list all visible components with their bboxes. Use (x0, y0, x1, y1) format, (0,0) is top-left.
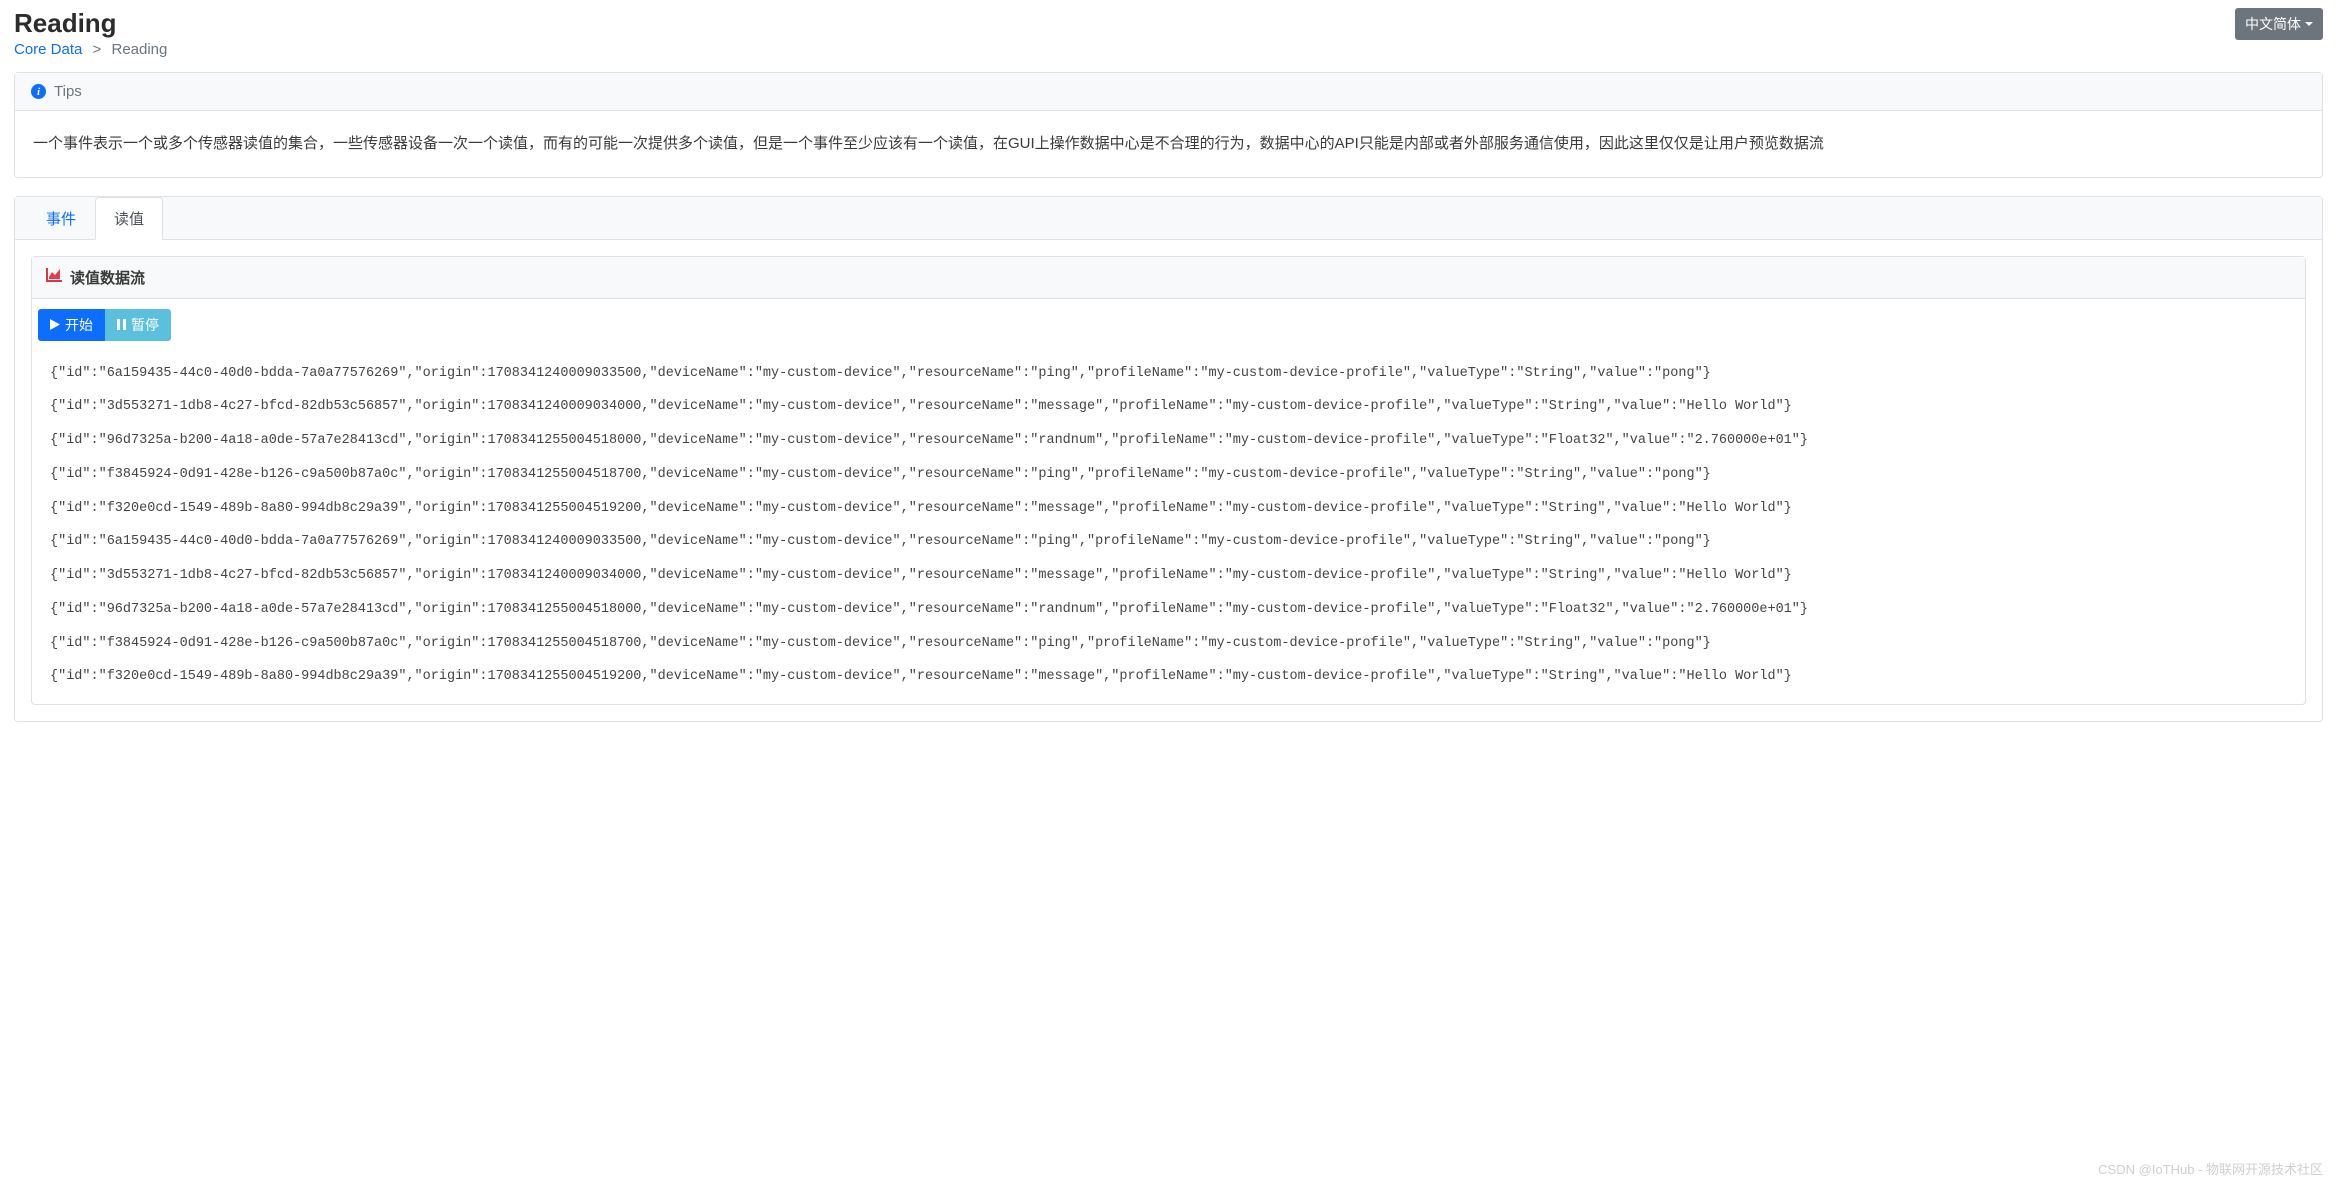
pause-label: 暂停 (131, 315, 159, 335)
stream-line: {"id":"96d7325a-b200-4a18-a0de-57a7e2841… (42, 593, 2295, 627)
stream-line: {"id":"3d553271-1db8-4c27-bfcd-82db53c56… (42, 390, 2295, 424)
panel-title: 读值数据流 (70, 267, 145, 288)
tips-card: i Tips 一个事件表示一个或多个传感器读值的集合，一些传感器设备一次一个读值… (14, 72, 2323, 178)
breadcrumb-sep: > (87, 41, 108, 58)
stream-line: {"id":"f3845924-0d91-428e-b126-c9a500b87… (42, 627, 2295, 661)
breadcrumb-current: Reading (111, 41, 167, 58)
stream-line: {"id":"96d7325a-b200-4a18-a0de-57a7e2841… (42, 424, 2295, 458)
tabs-container: 事件 读值 读值数据流 开始 (14, 196, 2323, 723)
breadcrumb: Core Data > Reading (14, 41, 167, 58)
stream-line: {"id":"3d553271-1db8-4c27-bfcd-82db53c56… (42, 559, 2295, 593)
watermark-text: CSDN @IoTHub - 物联网开源技术社区 (2098, 1159, 2323, 1178)
stream-line: {"id":"f320e0cd-1549-489b-8a80-994db8c29… (42, 492, 2295, 526)
stream-line: {"id":"6a159435-44c0-40d0-bdda-7a0a77576… (42, 357, 2295, 391)
tips-label: Tips (54, 83, 82, 100)
tab-event[interactable]: 事件 (27, 197, 95, 240)
chart-area-icon (46, 268, 62, 286)
language-dropdown[interactable]: 中文简体 (2235, 8, 2323, 40)
tab-list: 事件 读值 (15, 197, 2322, 240)
tips-header: i Tips (15, 73, 2322, 111)
pause-icon (117, 317, 126, 333)
reading-stream-output[interactable]: {"id":"6a159435-44c0-40d0-bdda-7a0a77576… (38, 351, 2299, 699)
panel-header: 读值数据流 (32, 257, 2305, 299)
play-icon (50, 317, 60, 333)
breadcrumb-root-link[interactable]: Core Data (14, 41, 82, 58)
start-button[interactable]: 开始 (38, 309, 105, 341)
start-label: 开始 (65, 315, 93, 335)
tab-reading[interactable]: 读值 (95, 197, 163, 240)
info-icon: i (31, 84, 46, 99)
stream-line: {"id":"f320e0cd-1549-489b-8a80-994db8c29… (42, 660, 2295, 694)
pause-button[interactable]: 暂停 (105, 309, 171, 341)
language-label: 中文简体 (2245, 14, 2301, 34)
stream-line: {"id":"f3845924-0d91-428e-b126-c9a500b87… (42, 458, 2295, 492)
reading-stream-panel: 读值数据流 开始 暂 (31, 256, 2306, 706)
tips-body: 一个事件表示一个或多个传感器读值的集合，一些传感器设备一次一个读值，而有的可能一… (15, 111, 2322, 177)
stream-line: {"id":"6a159435-44c0-40d0-bdda-7a0a77576… (42, 525, 2295, 559)
control-buttons: 开始 暂停 (38, 309, 2299, 341)
page-title: Reading (14, 8, 167, 39)
